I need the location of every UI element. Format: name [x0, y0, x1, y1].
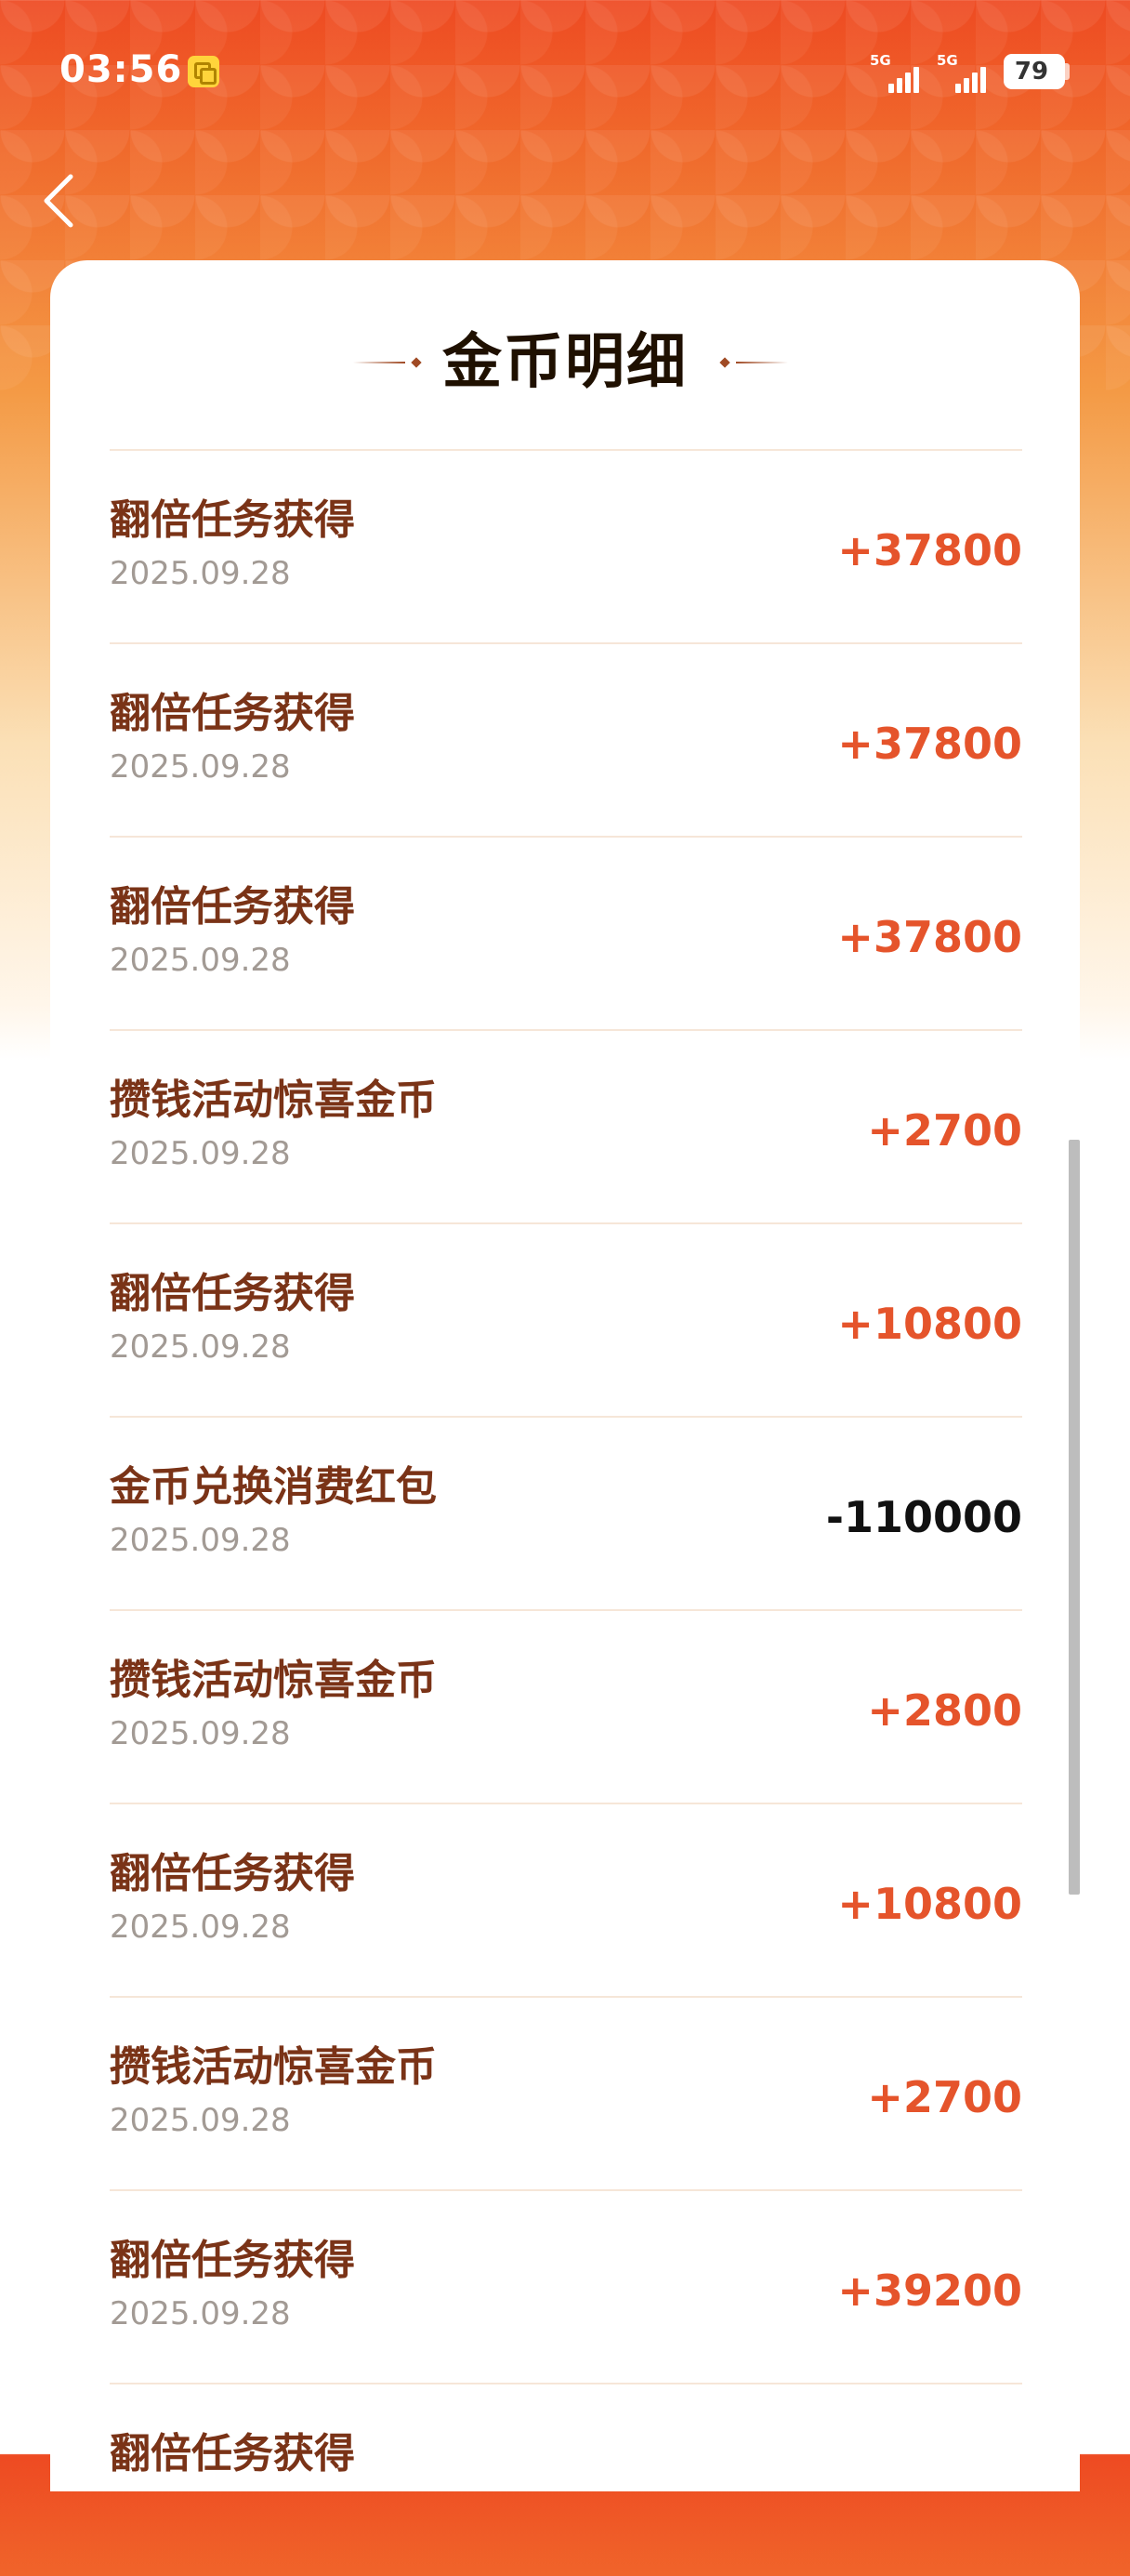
transaction-date: 2025.09.28 [110, 2102, 291, 2139]
transaction-amount: +10800 [837, 1299, 1022, 1349]
transaction-amount: +39200 [837, 2266, 1022, 2316]
page-title: 金币明细 [442, 328, 688, 397]
battery-tip [1065, 63, 1070, 80]
transaction-row: 翻倍任务获得 [110, 2383, 1022, 2576]
transaction-date: 2025.09.28 [110, 1909, 291, 1946]
transaction-title: 攒钱活动惊喜金币 [110, 1657, 437, 1704]
transaction-amount: +10800 [837, 1879, 1022, 1929]
transaction-date: 2025.09.28 [110, 555, 291, 592]
transaction-title: 翻倍任务获得 [110, 690, 355, 737]
transaction-amount: +2700 [867, 2072, 1022, 2122]
transaction-date: 2025.09.28 [110, 942, 291, 979]
transaction-title: 金币兑换消费红包 [110, 1463, 437, 1511]
transaction-amount: +37800 [837, 912, 1022, 962]
transaction-row: 翻倍任务获得 2025.09.28 +37800 [110, 836, 1022, 1029]
transaction-amount: +2700 [867, 1105, 1022, 1156]
status-time: 03:56 [59, 48, 183, 91]
battery-level: 79 [1014, 58, 1049, 86]
transaction-date: 2025.09.28 [110, 748, 291, 786]
transaction-title: 翻倍任务获得 [110, 2237, 355, 2284]
transaction-row: 翻倍任务获得 2025.09.28 +37800 [110, 642, 1022, 836]
transaction-row: 翻倍任务获得 2025.09.28 +10800 [110, 1803, 1022, 1996]
scrollbar[interactable] [1069, 1140, 1080, 1895]
copy-notification-icon [188, 56, 219, 87]
transaction-row: 翻倍任务获得 2025.09.28 +37800 [110, 449, 1022, 642]
transaction-title: 翻倍任务获得 [110, 1850, 355, 1897]
network-label-2: 5G [937, 52, 958, 69]
transaction-row: 攒钱活动惊喜金币 2025.09.28 +2800 [110, 1609, 1022, 1803]
transaction-title: 翻倍任务获得 [110, 496, 355, 544]
transaction-date: 2025.09.28 [110, 1522, 291, 1559]
network-label-1: 5G [870, 52, 891, 69]
transaction-title: 攒钱活动惊喜金币 [110, 1077, 437, 1124]
chevron-left-icon [44, 174, 73, 228]
transaction-row: 攒钱活动惊喜金币 2025.09.28 +2700 [110, 1029, 1022, 1222]
status-bar: 03:56 5G 5G 79 [0, 0, 1130, 149]
transaction-title: 攒钱活动惊喜金币 [110, 2043, 437, 2091]
transaction-row: 金币兑换消费红包 2025.09.28 -110000 [110, 1416, 1022, 1609]
transaction-title: 翻倍任务获得 [110, 2430, 355, 2477]
transaction-date: 2025.09.28 [110, 1135, 291, 1172]
transaction-row: 攒钱活动惊喜金币 2025.09.28 +2700 [110, 1996, 1022, 2189]
coin-detail-card: 金币明细 翻倍任务获得 2025.09.28 +37800 翻倍任务获得 202… [50, 260, 1080, 2491]
battery-icon: 79 [1004, 54, 1065, 89]
transaction-list[interactable]: 翻倍任务获得 2025.09.28 +37800 翻倍任务获得 2025.09.… [110, 449, 1022, 2576]
transaction-amount: +37800 [837, 719, 1022, 769]
transaction-amount: -110000 [825, 1492, 1022, 1542]
transaction-date: 2025.09.28 [110, 2295, 291, 2332]
transaction-row: 翻倍任务获得 2025.09.28 +39200 [110, 2189, 1022, 2383]
back-button[interactable] [33, 167, 89, 232]
transaction-title: 翻倍任务获得 [110, 883, 355, 931]
transaction-title: 翻倍任务获得 [110, 1270, 355, 1317]
transaction-date: 2025.09.28 [110, 1715, 291, 1752]
title-row: 金币明细 [50, 316, 1080, 409]
signal-icon: 5G [870, 52, 929, 93]
title-ornament-right [717, 357, 792, 368]
transaction-amount: +2800 [867, 1685, 1022, 1736]
transaction-amount: +37800 [837, 525, 1022, 575]
signal-icon-2: 5G [937, 52, 996, 93]
transaction-date: 2025.09.28 [110, 1328, 291, 1366]
transaction-row: 翻倍任务获得 2025.09.28 +10800 [110, 1222, 1022, 1416]
